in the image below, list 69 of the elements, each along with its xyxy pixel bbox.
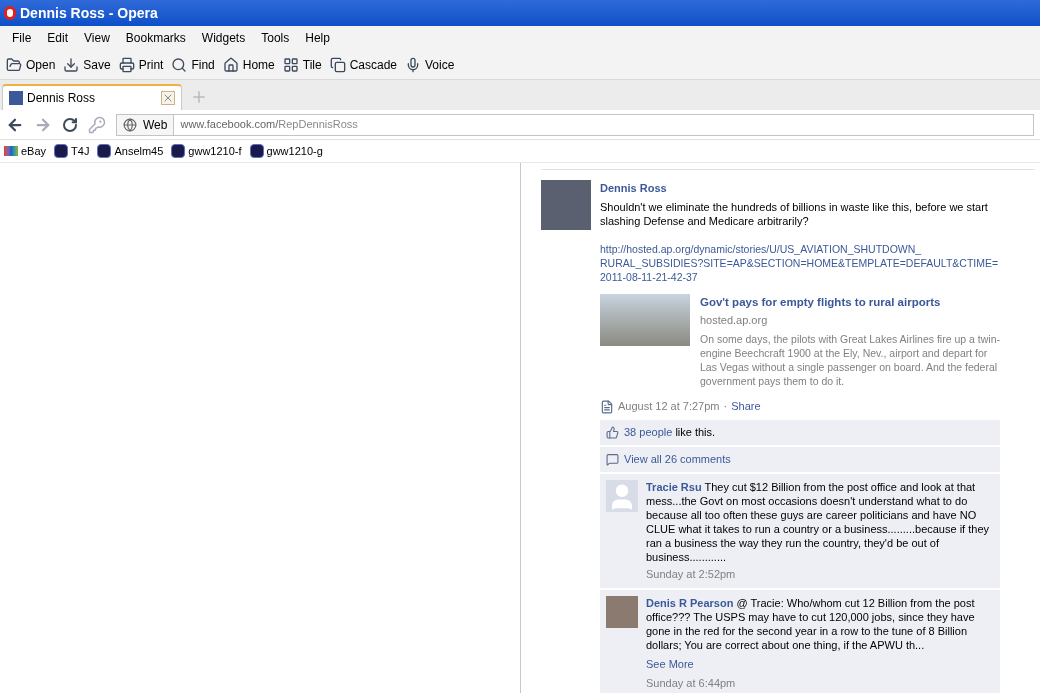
comment-icon xyxy=(606,452,619,466)
post-author-link[interactable]: Dennis Ross xyxy=(600,180,1000,197)
share-link[interactable]: Share xyxy=(731,398,761,415)
address-field[interactable]: Web www.facebook.com/RepDennisRoss xyxy=(116,113,1034,136)
comment-time: Sunday at 2:52pm xyxy=(646,566,737,582)
toolbar-button[interactable]: Find xyxy=(171,55,215,74)
toolbar-button[interactable]: Cascade xyxy=(329,55,398,74)
site-icon xyxy=(171,144,186,158)
post-url-link[interactable]: RURAL_SUBSIDIES?SITE=AP&SECTION=HOME&TEMPLATE=DEFAULT&CTIME= xyxy=(600,255,1000,270)
toolbar-button[interactable]: Voice xyxy=(405,55,455,74)
comment-author-link[interactable]: Denis R Pearson xyxy=(646,597,734,610)
site-icon xyxy=(54,144,69,158)
post-time: August 12 at 7:27pm xyxy=(618,399,720,415)
menu-item[interactable]: Edit xyxy=(39,29,77,47)
menu-item[interactable]: Tools xyxy=(253,29,298,47)
opera-logo-icon xyxy=(4,6,16,20)
search-scope-button[interactable]: Web xyxy=(117,114,175,135)
comment-text: Tracie Rsu They cut $12 Billion from the post office and look at that mess...the Govt on most occasions doesn't understand what to do because all too often these guys are career politicians and have NO CLUE what it takes to run a country or a business.........because if they ran a business the way they run the country, they'd be out of business............ xyxy=(646,479,990,564)
comment-author-link[interactable]: Tracie Rsu xyxy=(646,480,702,493)
window-title: Dennis Ross - Opera xyxy=(20,3,158,23)
bookmark-item[interactable]: eBay xyxy=(4,142,47,160)
toolbar-button[interactable]: Open xyxy=(6,55,56,74)
site-icon xyxy=(97,144,112,158)
post-message: Shouldn't we eliminate the hundreds of billions in waste like this, before we start slashing Defense and Medicare arbitrarily? xyxy=(600,199,989,228)
comment-time: Sunday at 6:44pm xyxy=(646,675,737,691)
site-icon xyxy=(249,144,264,158)
tab-title: Dennis Ross xyxy=(27,90,97,107)
menu-item[interactable]: Bookmarks xyxy=(117,29,194,47)
post-url-link[interactable]: http://hosted.ap.org/dynamic/stories/U/US_AVIATION_SHUTDOWN_ xyxy=(600,241,1000,256)
bookmark-item[interactable]: gww1210-f xyxy=(171,142,242,160)
separator-dot: · xyxy=(723,399,728,415)
article-title-link[interactable]: Gov't pays for empty flights to rural airports xyxy=(700,293,1000,311)
search-icon xyxy=(171,56,188,73)
avatar-photo-placeholder xyxy=(606,596,638,629)
likes-link[interactable]: 38 people xyxy=(624,426,673,438)
likes-text: 38 people like this. xyxy=(624,425,716,440)
windows-icon xyxy=(329,56,346,73)
toolbar-button[interactable]: Tile xyxy=(282,55,322,74)
key-icon xyxy=(88,115,106,134)
avatar-silhouette-icon xyxy=(606,479,638,512)
browser-tab[interactable]: Dennis Ross xyxy=(2,84,182,110)
menu-item[interactable]: File xyxy=(4,29,40,47)
see-more-link[interactable]: See More xyxy=(646,656,994,673)
bookmark-item[interactable]: Anselm45 xyxy=(97,142,164,160)
profile-photo-placeholder xyxy=(541,180,591,230)
download-icon xyxy=(63,56,80,73)
toolbar-button[interactable]: Print xyxy=(118,55,164,74)
close-icon[interactable] xyxy=(161,91,175,105)
reload-icon[interactable] xyxy=(62,116,78,133)
toolbar-button[interactable]: Home xyxy=(222,55,275,74)
globe-icon xyxy=(123,117,137,132)
article-source: hosted.ap.org xyxy=(700,312,769,328)
printer-icon xyxy=(118,56,135,73)
toolbar-button[interactable]: Save xyxy=(63,55,111,74)
address-text: www.facebook.com/RepDennisRoss xyxy=(179,117,359,133)
menu-item[interactable]: Help xyxy=(297,29,338,47)
bookmark-item[interactable]: gww1210-g xyxy=(249,142,323,160)
post-url-link[interactable]: 2011-08-11-21-42-37 xyxy=(600,269,1000,284)
folder-icon xyxy=(6,56,22,73)
grid-icon xyxy=(282,56,299,73)
home-icon xyxy=(222,56,239,73)
menu-item[interactable]: Widgets xyxy=(193,29,254,47)
comment-text: Denis R Pearson @ Tracie: Who/whom cut 12 Billion from the post office??? The USPS may have to cut 120,000 jobs, since they have gone in the red for the second year in a row to the tune of 8 Billion dollars; You are correct about one thing, if the APWU th... xyxy=(646,596,976,653)
view-comments-link[interactable]: View all 26 comments xyxy=(624,451,731,468)
thumbs-up-icon xyxy=(606,425,619,439)
article-summary: On some days, the pilots with Great Lakes Airlines fire up a twin-engine Beechcraft 1900 at the Ely, Nev., airport and depart for Las Vegas without a single passenger on board. And the federal government pays them to do it. xyxy=(700,332,1000,389)
note-icon xyxy=(600,399,614,414)
menu-item[interactable]: View xyxy=(76,29,118,47)
bookmark-item[interactable]: T4J xyxy=(54,142,90,160)
